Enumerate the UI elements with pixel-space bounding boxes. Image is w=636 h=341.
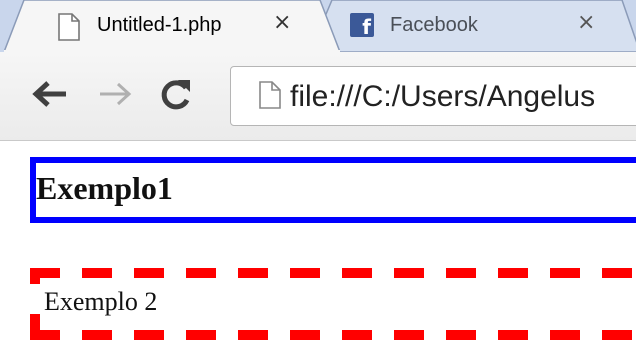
example2-text: Exemplo 2 bbox=[44, 287, 158, 316]
url-text[interactable]: file:///C:/Users/Angelus bbox=[290, 80, 595, 114]
back-arrow-icon[interactable] bbox=[30, 78, 70, 110]
page-icon bbox=[58, 13, 80, 41]
reload-icon[interactable] bbox=[156, 76, 196, 112]
tab-close-icon[interactable]: × bbox=[273, 11, 291, 35]
forward-arrow-icon[interactable] bbox=[98, 78, 134, 110]
tab-title-facebook[interactable]: Facebook bbox=[390, 14, 520, 37]
example1-text: Exemplo1 bbox=[36, 170, 173, 206]
page-icon bbox=[259, 81, 281, 109]
tab-title-untitled[interactable]: Untitled-1.php bbox=[97, 14, 250, 37]
tab-close-icon[interactable]: × bbox=[577, 11, 595, 35]
facebook-icon: f bbox=[350, 13, 374, 39]
